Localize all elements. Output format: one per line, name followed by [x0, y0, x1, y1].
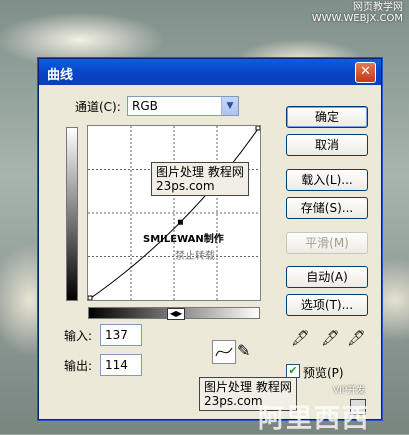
curve-graph[interactable] [87, 125, 261, 301]
chevron-down-icon[interactable]: ▼ [221, 97, 238, 115]
preview-checkbox[interactable]: ✔ [286, 364, 300, 378]
black-eyedropper-icon[interactable]: 🖋 [291, 329, 310, 347]
watermark-text: 图片处理 [156, 165, 205, 179]
watermark-text: 23ps.com [204, 394, 263, 408]
options-button[interactable]: 选项(T)... [286, 294, 368, 316]
output-gradient-bar [66, 127, 78, 301]
watermark-text: 图片处理 [204, 380, 253, 394]
channel-label: 通道(C): [75, 100, 121, 114]
gray-eyedropper-icon[interactable]: 🖋 [321, 329, 340, 347]
title-bar[interactable]: 曲线 ✕ [39, 59, 381, 85]
curve-tool-icon[interactable] [212, 340, 236, 364]
output-field[interactable]: 114 [100, 354, 142, 376]
watermark-center-sub: 禁止转载 [175, 251, 215, 262]
output-value: 114 [105, 358, 128, 372]
watermark-bottom-small: VIP开发 [333, 386, 366, 396]
auto-button[interactable]: 自动(A) [286, 266, 368, 288]
input-gradient-bar[interactable]: ◀▶ [88, 307, 260, 320]
channel-select[interactable]: RGB ▼ [127, 96, 239, 116]
input-field[interactable]: 137 [100, 324, 142, 346]
input-value: 137 [105, 328, 128, 342]
save-button[interactable]: 存储(S)... [286, 197, 368, 219]
watermark-text: 教程网 [255, 380, 292, 394]
load-button[interactable]: 载入(L)... [286, 169, 368, 191]
preview-label: 预览(P) [303, 366, 344, 380]
curve-endpoint-end [255, 125, 261, 131]
watermark-top: 网页教学网 WWW.WEBJX.COM [311, 2, 403, 24]
input-label: 输入: [64, 329, 93, 343]
curve-point [177, 219, 183, 225]
watermark-box-1: 图片处理 教程网 23ps.com [151, 162, 249, 196]
watermark-bottom-big: 阿里西西 [258, 404, 371, 434]
curves-dialog: 曲线 ✕ 通道(C): RGB ▼ 图片处理 教程网 23ps.com SMIL… [38, 58, 382, 420]
watermark-center: SMILEWAN制作 [143, 234, 224, 245]
watermark-text: 23ps.com [156, 179, 215, 193]
smooth-button[interactable]: 平滑(M) [286, 232, 368, 254]
gradient-toggle-icon[interactable]: ◀▶ [167, 308, 185, 320]
close-icon[interactable]: ✕ [355, 62, 376, 83]
curve-svg [87, 125, 261, 301]
white-eyedropper-icon[interactable]: 🖋 [347, 329, 366, 347]
watermark-text: 教程网 [207, 165, 244, 179]
channel-value: RGB [132, 99, 158, 113]
ok-button[interactable]: 确定 [286, 106, 368, 128]
cancel-button[interactable]: 取消 [286, 134, 368, 156]
curve-endpoint-start [87, 295, 93, 301]
dialog-title: 曲线 [47, 68, 74, 83]
output-label: 输出: [64, 359, 93, 373]
pencil-icon[interactable]: ✎ [237, 341, 250, 360]
